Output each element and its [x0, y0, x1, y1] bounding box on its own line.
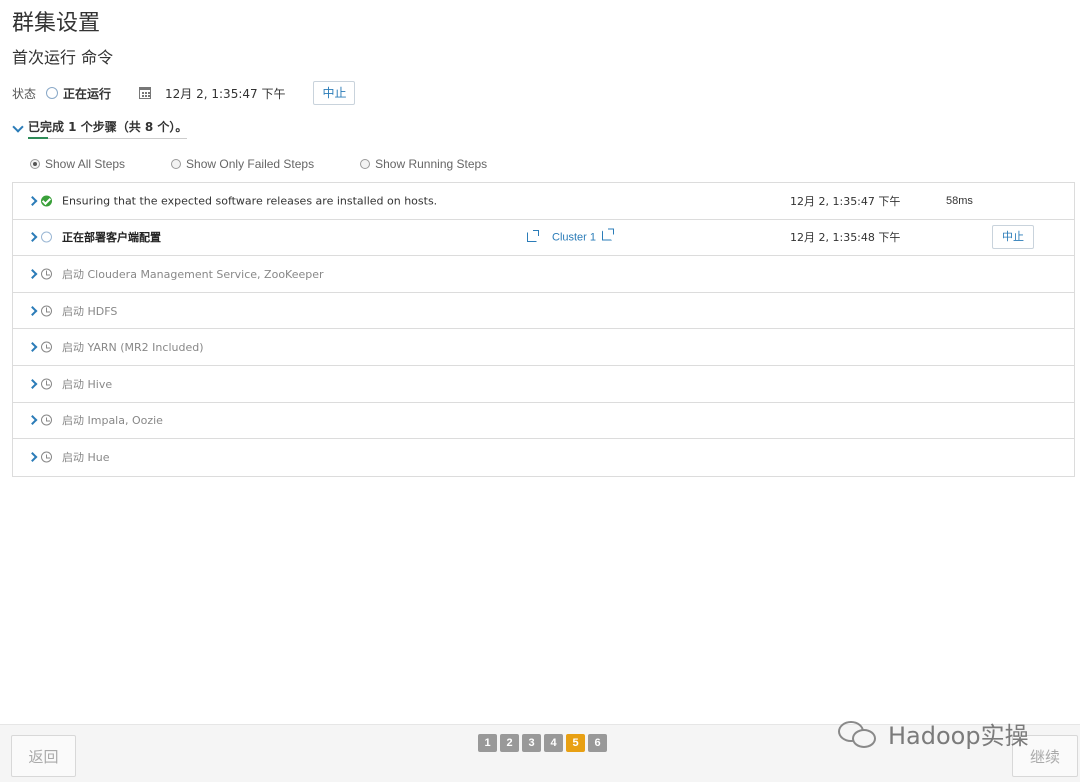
chevron-right-icon[interactable]: [27, 378, 38, 389]
page-badge: 6: [588, 734, 607, 752]
watermark-text: Hadoop实操: [888, 722, 1029, 750]
chevron-right-icon[interactable]: [27, 342, 38, 353]
step-name: 正在部署客户端配置: [62, 231, 161, 245]
chevron-down-icon[interactable]: [12, 120, 24, 133]
step-row: 启动 Hive: [13, 366, 1074, 403]
step-name: 启动 Hue: [62, 451, 110, 465]
step-filter-group: Show All Steps Show Only Failed Steps Sh…: [30, 157, 533, 171]
external-link-icon: [602, 228, 615, 241]
step-row: 启动 YARN (MR2 Included): [13, 329, 1074, 366]
filter-running-steps[interactable]: Show Running Steps: [360, 157, 487, 171]
step-row: Ensuring that the expected software rele…: [13, 183, 1074, 220]
progress-summary[interactable]: 已完成 1 个步骤（共 8 个）。: [12, 118, 188, 139]
filter-label: Show Running Steps: [375, 157, 488, 171]
cluster-link-label: Cluster 1: [552, 231, 597, 244]
abort-button[interactable]: 中止: [313, 81, 356, 105]
step-row: 启动 Hue: [13, 439, 1074, 476]
step-name: Ensuring that the expected software rele…: [62, 194, 438, 208]
step-name: 启动 Cloudera Management Service, ZooKeepe…: [62, 267, 324, 281]
progress-bar: [28, 137, 48, 139]
clock-icon: [41, 414, 52, 426]
page-badge: 3: [522, 734, 541, 752]
filter-label: Show Only Failed Steps: [186, 157, 315, 171]
wechat-icon: [838, 719, 880, 749]
status-row: 状态 正在运行 12月 2, 1:35:47 下午 中止: [12, 80, 356, 106]
filter-label: Show All Steps: [45, 157, 126, 171]
steps-table: Ensuring that the expected software rele…: [12, 182, 1075, 477]
clock-icon: [41, 378, 52, 390]
clock-icon: [41, 305, 52, 317]
filter-all-steps[interactable]: Show All Steps: [30, 157, 125, 171]
page-badge: 2: [500, 734, 519, 752]
step-row: 启动 HDFS: [13, 293, 1074, 330]
filter-failed-steps[interactable]: Show Only Failed Steps: [171, 157, 314, 171]
page-title: 群集设置: [12, 11, 101, 36]
step-abort-button[interactable]: 中止: [992, 225, 1034, 250]
step-name: 启动 HDFS: [62, 304, 118, 318]
wizard-step-pager: 1 2 3 4 5 6: [478, 734, 610, 752]
step-row: 启动 Impala, Oozie: [13, 403, 1074, 440]
page-badge: 4: [544, 734, 563, 752]
step-row: 正在部署客户端配置 Cluster 1 12月 2, 1:35:48 下午 中止: [13, 220, 1074, 257]
clock-icon: [41, 451, 52, 463]
status-timestamp: 12月 2, 1:35:47 下午: [165, 86, 286, 101]
cluster-link[interactable]: Cluster 1: [552, 228, 615, 244]
status-value: 正在运行: [63, 86, 112, 101]
progress-summary-text: 已完成 1 个步骤（共 8 个）。: [28, 118, 188, 139]
spinner-icon: [46, 87, 59, 99]
chevron-right-icon[interactable]: [27, 415, 38, 426]
page-badge: 1: [478, 734, 497, 752]
step-name: 启动 Hive: [62, 377, 113, 391]
chevron-right-icon[interactable]: [27, 452, 38, 463]
chevron-right-icon[interactable]: [27, 232, 38, 243]
calendar-icon: [139, 87, 152, 99]
page-badge: 5: [566, 734, 585, 752]
check-circle-icon: [41, 195, 52, 207]
step-name: 启动 Impala, Oozie: [62, 414, 163, 428]
watermark: Hadoop实操: [838, 716, 1029, 751]
step-name: 启动 YARN (MR2 Included): [62, 341, 204, 355]
progress-summary-label: 已完成 1 个步骤（共 8 个）。: [28, 120, 188, 134]
step-row: 启动 Cloudera Management Service, ZooKeepe…: [13, 256, 1074, 293]
clock-icon: [41, 268, 52, 280]
spinner-icon: [41, 231, 52, 243]
chevron-right-icon[interactable]: [27, 269, 38, 279]
page-subtitle: 首次运行 命令: [12, 48, 114, 67]
step-time: 12月 2, 1:35:48 下午: [790, 231, 901, 245]
radio-icon[interactable]: [360, 159, 371, 169]
clock-icon: [41, 341, 52, 353]
step-duration: 58ms: [946, 194, 973, 207]
radio-icon[interactable]: [30, 159, 40, 169]
status-label: 状态: [12, 86, 37, 101]
chevron-right-icon[interactable]: [27, 195, 38, 206]
external-link-icon[interactable]: [527, 230, 539, 243]
radio-icon[interactable]: [171, 159, 182, 169]
step-time: 12月 2, 1:35:47 下午: [790, 194, 901, 208]
back-button[interactable]: 返回: [11, 735, 76, 777]
chevron-right-icon[interactable]: [27, 305, 38, 316]
